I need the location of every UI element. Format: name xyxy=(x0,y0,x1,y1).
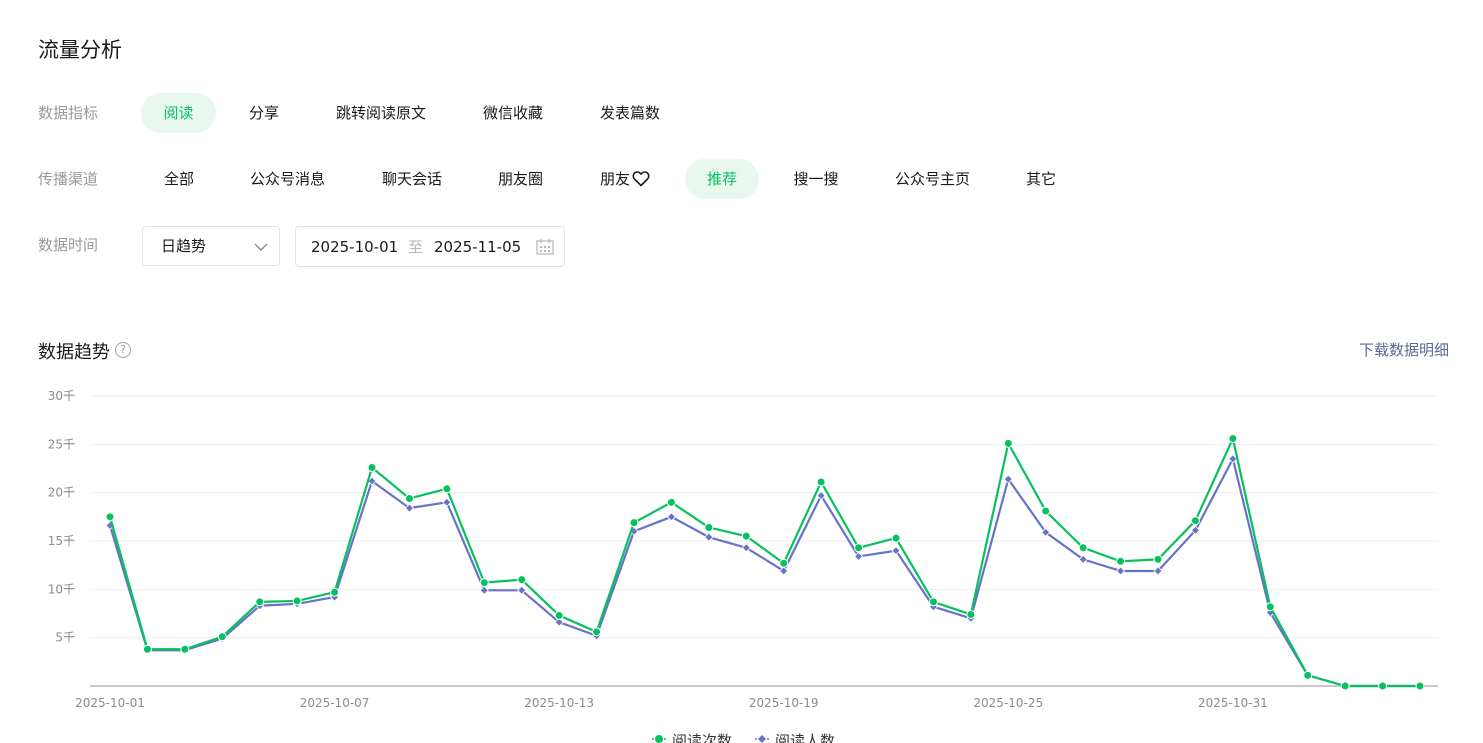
legend-marker xyxy=(655,735,663,743)
channel-option-search[interactable]: 搜一搜 xyxy=(781,159,851,199)
data-point-read-count xyxy=(1415,681,1425,691)
channel-option-homepage[interactable]: 公众号主页 xyxy=(879,159,986,199)
x-tick-label: 2025-10-25 xyxy=(973,696,1043,710)
data-point-read-count xyxy=(1190,516,1200,526)
data-point-read-count xyxy=(180,644,190,654)
y-tick-label: 5千 xyxy=(55,631,75,645)
channel-option-friends-label: 朋友 xyxy=(599,170,630,188)
channel-option-friends[interactable]: 朋友 xyxy=(584,159,666,199)
data-point-reader-count xyxy=(666,512,676,522)
data-point-reader-count xyxy=(479,585,489,595)
y-tick-label: 30千 xyxy=(48,389,75,403)
data-point-read-count xyxy=(1153,554,1163,564)
data-point-read-count xyxy=(217,632,227,642)
legend-marker xyxy=(758,735,766,743)
data-point-read-count xyxy=(891,533,901,543)
data-point-read-count xyxy=(779,558,789,568)
x-tick-label: 2025-10-01 xyxy=(75,696,145,710)
data-point-read-count xyxy=(404,493,414,503)
channel-label: 传播渠道 xyxy=(38,170,99,188)
data-point-read-count xyxy=(1078,543,1088,553)
date-range-picker[interactable]: 2025-10-01 至 2025-11-05 xyxy=(295,226,565,267)
channel-option-all[interactable]: 全部 xyxy=(146,159,212,199)
help-icon[interactable]: ? xyxy=(115,342,131,358)
trend-line-chart: 5千 10千 15千 20千 25千 30千 2025-10-01 2025-10-07 202… xyxy=(48,389,1438,743)
y-tick-label: 15千 xyxy=(48,534,75,548)
data-point-read-count xyxy=(741,531,751,541)
data-point-read-count xyxy=(592,627,602,637)
metric-option-publish-count[interactable]: 发表篇数 xyxy=(584,93,676,133)
x-tick-label: 2025-10-31 xyxy=(1198,696,1268,710)
date-range-separator: 至 xyxy=(408,238,424,256)
data-point-read-count xyxy=(255,597,265,607)
metric-option-read[interactable]: 阅读 xyxy=(141,93,216,133)
legend-label: 阅读次数 xyxy=(672,732,732,743)
chevron-down-icon xyxy=(254,243,268,251)
data-point-read-count xyxy=(1340,681,1350,691)
data-point-read-count xyxy=(517,575,527,585)
data-point-read-count xyxy=(1041,506,1051,516)
data-point-reader-count xyxy=(442,497,452,507)
data-point-read-count xyxy=(554,610,564,620)
end-date-input[interactable]: 2025-11-05 xyxy=(434,227,521,267)
x-tick-label: 2025-10-07 xyxy=(300,696,370,710)
data-point-read-count xyxy=(704,522,714,532)
legend-label: 阅读人数 xyxy=(775,732,835,743)
channel-option-recommend[interactable]: 推荐 xyxy=(685,159,759,199)
time-label: 数据时间 xyxy=(38,236,99,254)
data-point-read-count xyxy=(479,578,489,588)
metric-option-read-original[interactable]: 跳转阅读原文 xyxy=(320,93,442,133)
granularity-select[interactable]: 日趋势 xyxy=(142,226,280,266)
metric-option-favorite[interactable]: 微信收藏 xyxy=(467,93,559,133)
y-tick-label: 25千 xyxy=(48,437,75,451)
data-point-read-count xyxy=(105,512,115,522)
y-tick-label: 10千 xyxy=(48,582,75,596)
data-point-reader-count xyxy=(1116,566,1126,576)
data-point-read-count xyxy=(629,518,639,528)
start-date-input[interactable]: 2025-10-01 xyxy=(311,227,398,267)
channel-option-account-message[interactable]: 公众号消息 xyxy=(234,159,341,199)
data-point-read-count xyxy=(1228,434,1238,444)
data-point-read-count xyxy=(1116,556,1126,566)
data-point-read-count xyxy=(142,644,152,654)
heart-icon xyxy=(632,171,650,187)
channel-option-chat[interactable]: 聊天会话 xyxy=(366,159,458,199)
x-tick-label: 2025-10-13 xyxy=(524,696,594,710)
data-point-read-count xyxy=(292,596,302,606)
data-point-read-count xyxy=(367,463,377,473)
data-point-reader-count xyxy=(704,532,714,542)
metric-option-share[interactable]: 分享 xyxy=(231,93,297,133)
data-point-read-count xyxy=(816,477,826,487)
data-point-read-count xyxy=(928,597,938,607)
channel-option-moments[interactable]: 朋友圈 xyxy=(483,159,558,199)
download-details-link[interactable]: 下载数据明细 xyxy=(1359,339,1449,360)
trend-title: 数据趋势 xyxy=(38,342,110,363)
data-point-read-count xyxy=(1378,681,1388,691)
page-title: 流量分析 xyxy=(38,38,122,62)
data-point-read-count xyxy=(1265,602,1275,612)
data-point-read-count xyxy=(666,497,676,507)
data-point-read-count xyxy=(854,543,864,553)
x-tick-label: 2025-10-19 xyxy=(749,696,819,710)
metric-label: 数据指标 xyxy=(38,104,99,122)
channel-option-other[interactable]: 其它 xyxy=(1011,159,1071,199)
calendar-icon[interactable] xyxy=(536,239,554,255)
traffic-analysis-page: 流量分析 数据指标 阅读 分享 跳转阅读原文 微信收藏 发表篇数 传播渠道 全部… xyxy=(0,0,1483,743)
data-point-read-count xyxy=(1303,670,1313,680)
data-point-read-count xyxy=(1003,438,1013,448)
data-point-read-count xyxy=(442,484,452,494)
y-tick-label: 20千 xyxy=(48,486,75,500)
data-point-read-count xyxy=(966,609,976,619)
data-point-read-count xyxy=(330,587,340,597)
granularity-value: 日趋势 xyxy=(161,237,207,255)
